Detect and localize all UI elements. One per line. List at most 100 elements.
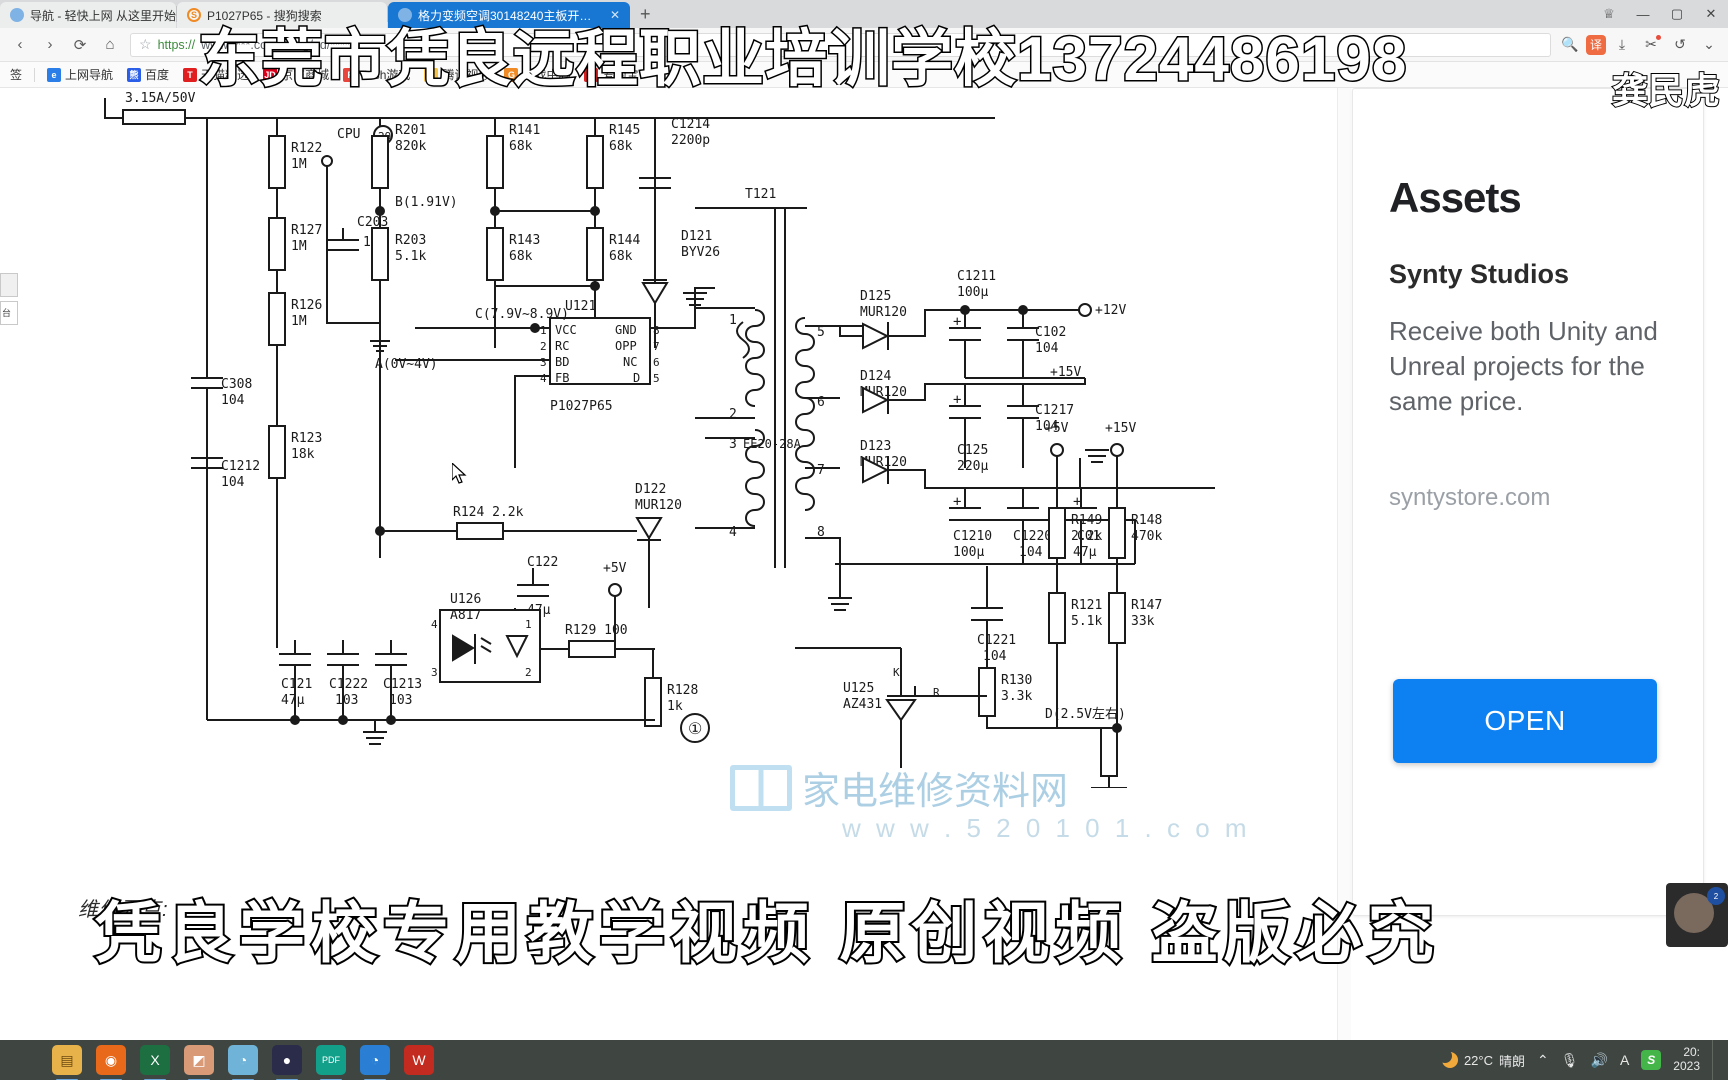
tab-navigation[interactable]: 导航 - 轻快上网 从这里开始 bbox=[0, 2, 176, 28]
bookmark-item-0[interactable]: e 上网导航 bbox=[41, 64, 119, 85]
svg-text:68k: 68k bbox=[509, 139, 533, 154]
browser-icon[interactable]: ◉ bbox=[96, 1045, 126, 1080]
svg-text:R144: R144 bbox=[609, 233, 640, 248]
svg-text:5: 5 bbox=[653, 372, 660, 385]
document-page: 3.15A/50V C308 104 R122 1M R127 1M R126 … bbox=[0, 88, 1340, 1040]
bookmark-star-icon[interactable]: ☆ bbox=[139, 36, 152, 53]
bookmark-favicon-icon: T bbox=[183, 67, 198, 82]
svg-text:RC: RC bbox=[555, 339, 569, 353]
svg-text:D123: D123 bbox=[860, 439, 891, 454]
svg-text:1k: 1k bbox=[667, 699, 683, 714]
weather-widget[interactable]: 22°C 晴朗 bbox=[1437, 1049, 1525, 1070]
svg-text:U126: U126 bbox=[450, 592, 481, 607]
svg-text:R141: R141 bbox=[509, 123, 540, 138]
bookmark-item-7[interactable]: 淘 爱淘宝 bbox=[578, 64, 644, 85]
svg-text:104: 104 bbox=[221, 393, 245, 408]
new-tab-button[interactable]: + bbox=[630, 4, 661, 25]
svg-text:+12V: +12V bbox=[1095, 303, 1126, 318]
svg-text:47μ: 47μ bbox=[1073, 545, 1097, 560]
bookmark-folder[interactable]: 签 bbox=[4, 64, 28, 85]
undo-icon[interactable]: ↺ bbox=[1667, 32, 1693, 58]
svg-text:D(2.5V左右): D(2.5V左右) bbox=[1045, 707, 1126, 722]
chevron-up-icon[interactable]: ⌃ bbox=[1537, 1052, 1549, 1069]
forward-button[interactable]: › bbox=[36, 31, 64, 59]
svg-text:C(7.9V~8.9V): C(7.9V~8.9V) bbox=[475, 307, 569, 322]
file-explorer-icon[interactable]: ▤ bbox=[52, 1045, 82, 1080]
svg-text:6: 6 bbox=[653, 356, 660, 369]
svg-text:68k: 68k bbox=[609, 139, 633, 154]
show-desktop-button[interactable] bbox=[1712, 1040, 1718, 1080]
tab-title: P1027P65 - 搜狗搜索 bbox=[207, 8, 322, 23]
back-button[interactable]: ‹ bbox=[6, 31, 34, 59]
svg-text:+5V: +5V bbox=[603, 561, 627, 576]
bookmark-item-2[interactable]: T 天猫精选 bbox=[177, 64, 255, 85]
svg-text:2: 2 bbox=[540, 340, 547, 353]
cloud-icon[interactable]: ◔ bbox=[360, 1045, 390, 1080]
site-watermark: 家电维修资料网 bbox=[730, 760, 1068, 815]
ad-open-button[interactable]: OPEN bbox=[1393, 679, 1657, 763]
menu-icon[interactable]: ⌄ bbox=[1696, 32, 1722, 58]
svg-text:1M: 1M bbox=[291, 314, 307, 329]
download-icon[interactable]: ⤓ bbox=[1609, 32, 1635, 58]
svg-text:CPU: CPU bbox=[337, 127, 360, 142]
svg-text:OPP: OPP bbox=[615, 339, 637, 353]
photoshop-icon[interactable]: ● bbox=[272, 1045, 302, 1080]
ad-link[interactable]: syntystore.com bbox=[1389, 484, 1550, 512]
book-icon bbox=[730, 764, 792, 811]
paint-icon[interactable]: ◔ bbox=[228, 1045, 258, 1080]
ad-description: Receive both Unity and Unreal projects f… bbox=[1389, 316, 1658, 417]
clock[interactable]: 20: 2023 bbox=[1673, 1045, 1700, 1074]
svg-text:68k: 68k bbox=[509, 249, 533, 264]
svg-text:R: R bbox=[933, 686, 940, 699]
svg-text:P1027P65: P1027P65 bbox=[550, 399, 613, 414]
bookmark-item-3[interactable]: JD 京东商城 bbox=[257, 64, 335, 85]
tab-sogou-search[interactable]: S P1027P65 - 搜狗搜索 bbox=[177, 2, 387, 28]
url-text: www.****.com/***ng/ad/****11 bbox=[201, 37, 363, 52]
minimize-button[interactable]: — bbox=[1626, 7, 1660, 22]
image-editor-icon[interactable]: ◩ bbox=[184, 1045, 214, 1080]
tab-gree-schematic[interactable]: 格力变频空调30148240主板开关电… ✕ bbox=[388, 2, 630, 28]
bookmark-favicon-icon: ✓ bbox=[424, 67, 439, 82]
shirt-icon[interactable]: ♕ bbox=[1592, 6, 1626, 22]
scissors-icon[interactable]: ✂ bbox=[1638, 32, 1664, 58]
bookmark-item-6[interactable]: G 游戏中心 bbox=[498, 64, 576, 85]
maximize-button[interactable]: ▢ bbox=[1660, 6, 1694, 22]
svg-text:C102: C102 bbox=[1035, 325, 1066, 340]
reload-button[interactable]: ⟳ bbox=[66, 31, 94, 59]
bookmark-label: 游戏中心 bbox=[522, 68, 571, 82]
address-bar[interactable]: ☆ https:// www.****.com/***ng/ad/****11 bbox=[130, 32, 1551, 57]
left-edge-window-stub-2[interactable]: 台 bbox=[0, 301, 18, 325]
excel-icon[interactable]: X bbox=[140, 1045, 170, 1080]
svg-text:5: 5 bbox=[817, 325, 825, 340]
wps-icon[interactable]: W bbox=[404, 1045, 434, 1075]
bookmark-item-4[interactable]: F flash游戏 bbox=[337, 64, 416, 85]
svg-text:C1213: C1213 bbox=[383, 677, 422, 692]
pdf-icon[interactable]: PDF bbox=[316, 1045, 346, 1080]
home-button[interactable]: ⌂ bbox=[96, 31, 124, 59]
svg-text:+5V: +5V bbox=[1045, 421, 1069, 436]
microphone-icon[interactable]: 🎙 bbox=[1561, 1052, 1579, 1069]
tab-close-icon[interactable]: ✕ bbox=[610, 8, 620, 22]
sogou-ime-icon[interactable]: S bbox=[1641, 1050, 1662, 1070]
svg-text:103: 103 bbox=[389, 693, 412, 708]
bookmark-label: 爱淘宝 bbox=[602, 68, 639, 82]
svg-text:7: 7 bbox=[817, 463, 825, 478]
bookmark-label: 百度 bbox=[145, 68, 170, 82]
svg-text:BD: BD bbox=[555, 355, 569, 369]
svg-text:C1214: C1214 bbox=[671, 117, 710, 132]
search-icon[interactable]: 🔍 bbox=[1557, 32, 1583, 58]
floating-video-thumbnail[interactable]: 2 bbox=[1666, 883, 1728, 947]
bookmark-item-1[interactable]: 熊 百度 bbox=[121, 64, 175, 85]
close-window-button[interactable]: ✕ bbox=[1694, 6, 1728, 22]
svg-text:3.15A/50V: 3.15A/50V bbox=[125, 91, 196, 106]
translate-icon[interactable]: 译 bbox=[1586, 34, 1606, 55]
svg-text:2: 2 bbox=[729, 407, 737, 422]
ad-title: Assets bbox=[1389, 174, 1522, 221]
bookmark-item-5[interactable]: ✓ 腾讯视频 bbox=[418, 64, 496, 85]
ime-indicator[interactable]: A bbox=[1620, 1052, 1629, 1068]
clock-time: 20: bbox=[1683, 1045, 1700, 1060]
svg-text:8: 8 bbox=[653, 324, 660, 337]
bookmark-folder-label: 签 bbox=[10, 68, 23, 82]
left-edge-window-stub-1[interactable] bbox=[0, 273, 18, 297]
volume-icon[interactable]: 🔊 bbox=[1591, 1052, 1608, 1069]
